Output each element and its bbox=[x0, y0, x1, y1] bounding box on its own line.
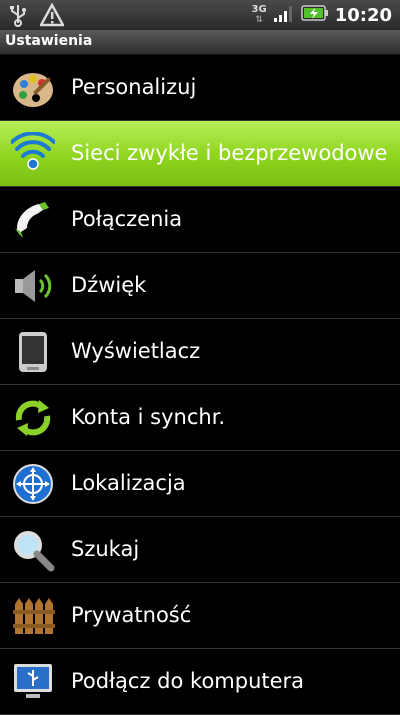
menu-item-label: Szukaj bbox=[71, 537, 140, 561]
usb-icon bbox=[8, 3, 28, 31]
menu-item-personalize[interactable]: Personalizuj bbox=[0, 55, 400, 121]
wifi-icon bbox=[10, 131, 56, 176]
location-icon bbox=[11, 462, 55, 506]
sync-icon bbox=[11, 396, 55, 440]
speaker-icon bbox=[11, 264, 55, 308]
display-icon bbox=[11, 330, 55, 374]
usb-computer-icon bbox=[11, 660, 55, 704]
status-bar: 3G ⇅ 10:20 bbox=[0, 0, 400, 30]
menu-item-label: Personalizuj bbox=[71, 75, 197, 99]
menu-item-display[interactable]: Wyświetlacz bbox=[0, 319, 400, 385]
menu-item-sound[interactable]: Dźwięk bbox=[0, 253, 400, 319]
palette-icon bbox=[11, 66, 55, 110]
menu-item-label: Lokalizacja bbox=[71, 471, 186, 495]
menu-item-connect-to-pc[interactable]: Podłącz do komputera bbox=[0, 649, 400, 715]
menu-item-label: Prywatność bbox=[71, 603, 192, 627]
signal-icon bbox=[273, 3, 295, 27]
menu-item-privacy[interactable]: Prywatność bbox=[0, 583, 400, 649]
page-title: Ustawienia bbox=[5, 33, 93, 49]
menu-item-label: Podłącz do komputera bbox=[71, 669, 305, 693]
fence-icon bbox=[11, 594, 55, 638]
menu-item-label: Konta i synchr. bbox=[71, 405, 226, 429]
menu-item-accounts-sync[interactable]: Konta i synchr. bbox=[0, 385, 400, 451]
clock: 10:20 bbox=[334, 4, 392, 26]
search-icon bbox=[11, 528, 55, 572]
menu-item-calls[interactable]: Połączenia bbox=[0, 187, 400, 253]
battery-icon bbox=[300, 4, 329, 26]
menu-item-label: Dźwięk bbox=[71, 273, 147, 297]
title-bar: Ustawienia bbox=[0, 30, 400, 55]
menu-item-label: Sieci zwykłe i bezprzewodowe bbox=[71, 141, 388, 165]
warning-icon bbox=[38, 2, 66, 31]
menu-item-wireless-networks[interactable]: Sieci zwykłe i bezprzewodowe bbox=[0, 121, 400, 187]
menu-item-location[interactable]: Lokalizacja bbox=[0, 451, 400, 517]
menu-item-label: Połączenia bbox=[71, 207, 183, 231]
settings-list: Personalizuj Sieci zwykłe i bezprzewodow… bbox=[0, 55, 400, 715]
menu-item-search[interactable]: Szukaj bbox=[0, 517, 400, 583]
network-type: 3G ⇅ bbox=[251, 4, 267, 26]
menu-item-label: Wyświetlacz bbox=[71, 339, 201, 363]
phone-icon bbox=[11, 198, 55, 242]
